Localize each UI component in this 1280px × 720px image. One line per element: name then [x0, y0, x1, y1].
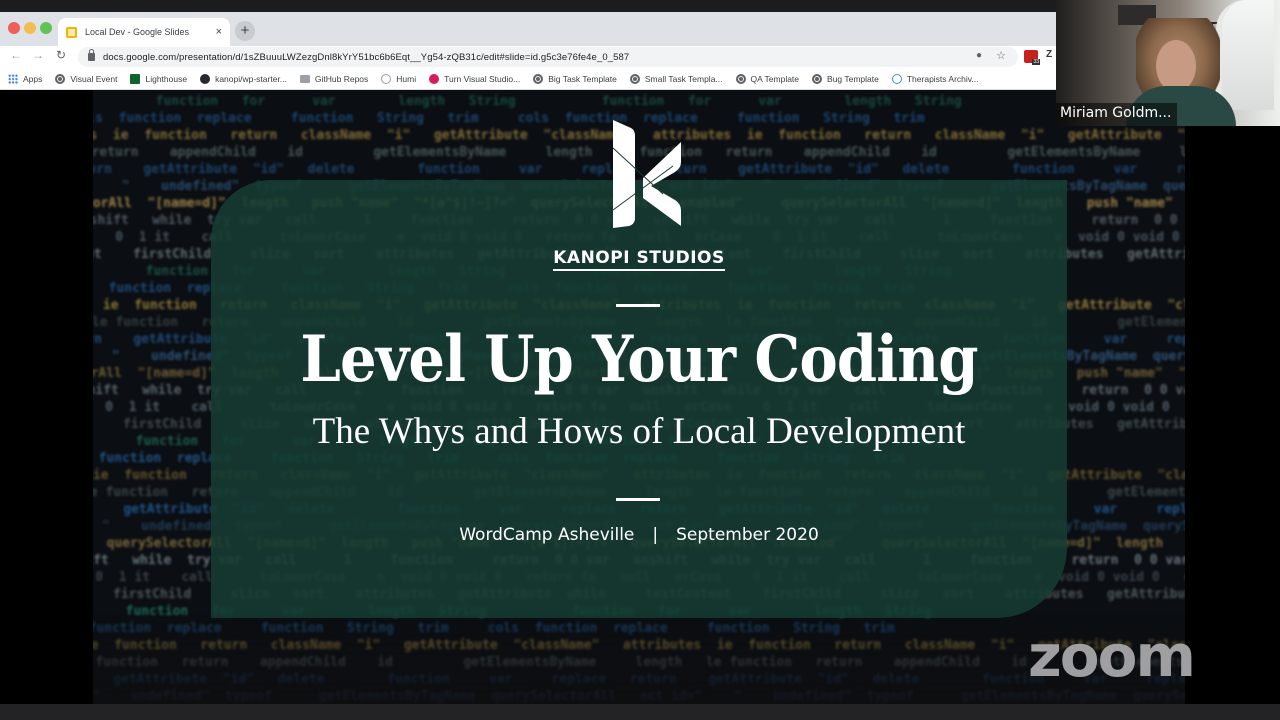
tab-close-icon[interactable]: × — [216, 26, 222, 38]
bookmark-visual-event[interactable]: Visual Event — [55, 73, 117, 84]
globe-icon — [629, 73, 640, 84]
back-arrow-icon[interactable]: ← — [8, 48, 24, 62]
bottom-bar — [0, 704, 1280, 720]
code-line: function for var length String function … — [93, 94, 962, 109]
window-background — [1216, 0, 1274, 110]
zoom-meeting-screen: Local Dev - Google Slides × + ← → ↻ docs… — [0, 0, 1280, 720]
event-name: WordCamp Asheville — [459, 525, 635, 545]
letterbox-left — [0, 90, 93, 704]
bookmark-apps[interactable]: Apps — [8, 73, 42, 84]
bookmark-github-repos[interactable]: GitHub Repos — [299, 74, 368, 84]
kanopi-logo-icon — [612, 120, 681, 228]
extension-badge: 33 — [1032, 59, 1040, 65]
google-slides-icon — [66, 26, 77, 38]
humi-icon — [381, 73, 392, 84]
zoom-watermark-logo: zoom — [1028, 622, 1196, 690]
browser-tab-local-dev[interactable]: Local Dev - Google Slides × — [58, 18, 230, 46]
forward-arrow-icon[interactable]: → — [30, 48, 46, 62]
letterbox-right — [1185, 126, 1280, 704]
event-info: WordCamp Asheville | September 2020 — [93, 525, 1185, 545]
slide-title: Level Up Your Coding — [300, 322, 978, 397]
bookmark-humi[interactable]: Humi — [381, 73, 416, 84]
new-tab-button[interactable]: + — [235, 21, 255, 41]
globe-icon — [735, 73, 746, 84]
divider-top — [616, 304, 660, 307]
tab-title: Local Dev - Google Slides — [85, 27, 190, 37]
turn-icon — [429, 73, 440, 84]
divider-bottom — [616, 498, 660, 501]
green-overlay-panel — [211, 180, 1067, 618]
bookmark-bug-template[interactable]: Bug Template — [812, 73, 879, 84]
bookmark-qa-template[interactable]: QA Template — [735, 73, 799, 84]
address-bar[interactable]: docs.google.com/presentation/d/1sZBuuuLW… — [78, 47, 1018, 67]
lock-icon — [88, 49, 95, 61]
bookmark-lighthouse[interactable]: Lighthouse — [130, 73, 187, 84]
github-icon — [200, 73, 211, 84]
bookmark-therapists-archive[interactable]: Therapists Archiv... — [891, 73, 979, 84]
lighthouse-icon — [130, 73, 141, 84]
close-window-button[interactable] — [8, 22, 20, 34]
bookmark-small-task-template[interactable]: Small Task Templa... — [629, 73, 723, 84]
bookmark-wp-starter[interactable]: kanopi/wp-starter... — [200, 73, 287, 84]
globe-icon — [533, 73, 544, 84]
globe-icon — [812, 73, 823, 84]
calendar-extension-icon[interactable]: 33 — [1024, 50, 1040, 65]
bookmark-big-task-template[interactable]: Big Task Template — [533, 73, 617, 84]
extension-z-icon[interactable]: Z — [1046, 49, 1052, 60]
minimize-window-button[interactable] — [24, 22, 36, 34]
brand-name: KANOPI STUDIOS — [93, 248, 1185, 271]
slide-subtitle: The Whys and Hows of Local Development — [312, 411, 966, 452]
microphone-icon[interactable]: ● — [976, 50, 982, 61]
reload-icon[interactable]: ↻ — [53, 48, 69, 62]
tab-bar: Local Dev - Google Slides × + — [0, 12, 1056, 46]
code-line: cols function replace function String tr… — [93, 111, 925, 126]
event-separator: | — [652, 525, 659, 545]
bookmark-star-icon[interactable]: ☆ — [996, 49, 1006, 62]
participant-video[interactable]: Miriam Goldm... — [1056, 0, 1280, 126]
browser-window: Local Dev - Google Slides × + ← → ↻ docs… — [0, 12, 1056, 90]
info-icon — [891, 73, 902, 84]
maximize-window-button[interactable] — [40, 22, 52, 34]
participant-name: Miriam Goldm... — [1056, 103, 1178, 126]
top-strip — [0, 0, 1056, 12]
browser-toolbar: ← → ↻ docs.google.com/presentation/d/1sZ… — [0, 46, 1056, 68]
event-date: September 2020 — [676, 525, 819, 545]
participant-face — [1156, 40, 1196, 92]
url-text[interactable]: docs.google.com/presentation/d/1sZBuuuLW… — [103, 52, 629, 63]
presentation-slide: function for var length String function … — [93, 90, 1185, 704]
bottom-fade — [93, 614, 1185, 704]
bookmark-turn-visual-studio[interactable]: Turn Visual Studio... — [429, 73, 520, 84]
globe-icon — [55, 73, 66, 84]
apps-grid-icon — [8, 73, 18, 84]
bookmarks-bar: Apps Visual Event Lighthouse kanopi/wp-s… — [0, 68, 1056, 90]
folder-icon — [299, 74, 310, 83]
